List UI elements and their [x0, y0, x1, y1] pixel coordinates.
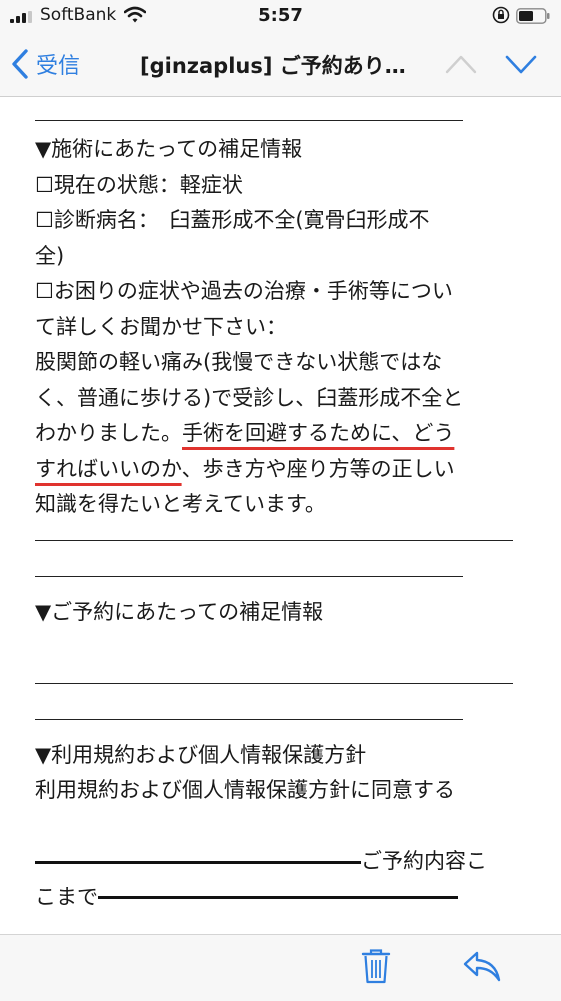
separator-line [35, 96, 463, 121]
trash-icon[interactable] [360, 947, 392, 985]
section-heading-treatment: ▼施術にあたっての補足情報 [35, 137, 303, 161]
reply-icon[interactable] [462, 949, 502, 983]
separator-line [35, 523, 513, 541]
chevron-up-icon[interactable] [444, 52, 478, 76]
highlighted-text: 手術を回避するために、どう [182, 421, 455, 445]
end-marker-line: ご予約内容こ [35, 844, 525, 880]
symptoms-answer-cont: く、普通に歩ける)で受診し、臼蓋形成不全と [35, 385, 464, 410]
current-state-field: ☐現在の状態：軽症状 [35, 172, 243, 197]
diagnosis-field-cont: 全) [35, 243, 65, 268]
orientation-lock-icon [492, 6, 510, 24]
chevron-left-icon [12, 49, 28, 79]
nav-bar: 受信 [ginzaplus] ご予約あり… [0, 32, 561, 97]
symptoms-question: ☐お困りの症状や過去の治療・手術等につい [35, 279, 453, 303]
chevron-down-icon[interactable] [504, 52, 538, 76]
email-body: ▼施術にあたっての補足情報 ☐現在の状態：軽症状 ☐診断病名： 臼蓋形成不全(寛… [35, 96, 525, 934]
status-bar: SoftBank 5:57 [0, 0, 561, 32]
heavy-rule [98, 896, 458, 899]
separator-line [35, 702, 463, 720]
email-subject-title: [ginzaplus] ご予約あり… [140, 54, 406, 78]
symptoms-question-cont: て詳しくお聞かせ下さい： [35, 314, 287, 339]
end-marker-text: こまで [35, 884, 98, 909]
back-label: 受信 [36, 54, 81, 79]
diagnosis-field: ☐診断病名： 臼蓋形成不全(寛骨臼形成不 [35, 208, 430, 232]
section-heading-terms: ▼利用規約および個人情報保護方針 [35, 742, 367, 767]
symptoms-answer-cont: 知識を得たいと考えています。 [35, 492, 326, 516]
highlighted-text: すればいいのか [35, 456, 182, 481]
back-button[interactable]: 受信 [10, 46, 80, 82]
end-marker-text: ご予約内容こ [361, 849, 487, 873]
battery-icon [516, 8, 550, 24]
symptoms-answer-cont: わかりました。手術を回避するために、どう [35, 416, 525, 452]
terms-agreement-text: 利用規約および個人情報保護方針に同意する [35, 778, 455, 802]
status-time: 5:57 [258, 5, 303, 26]
end-marker-line-cont: こまで [35, 880, 525, 916]
separator-line [35, 559, 463, 577]
section-heading-reservation: ▼ご予約にあたっての補足情報 [35, 599, 324, 624]
symptoms-answer: 股関節の軽い痛み(我慢できない状態ではな [35, 350, 443, 374]
separator-line [35, 666, 513, 684]
answer-text: 、歩き方や座り方等の正しい [181, 456, 455, 481]
bottom-toolbar [0, 934, 561, 1001]
answer-text: わかりました。 [35, 421, 182, 445]
symptoms-answer-cont: すればいいのか、歩き方や座り方等の正しい [35, 452, 525, 488]
heavy-rule [35, 860, 361, 864]
